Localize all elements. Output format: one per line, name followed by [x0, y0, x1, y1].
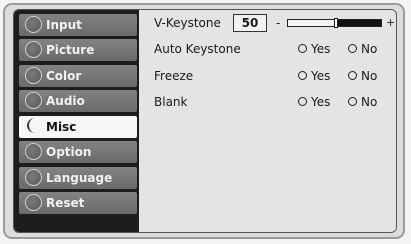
osd-menu-panel: Input Picture Color Audio Misc Option La…	[13, 9, 397, 233]
circle-icon	[25, 194, 42, 211]
bracket-icon	[27, 118, 43, 133]
radio-icon	[298, 71, 307, 80]
circle-icon	[25, 92, 42, 109]
menu-item-label: Audio	[46, 94, 85, 108]
menu-item-label: Option	[46, 145, 92, 159]
v-keystone-label: V-Keystone	[154, 16, 221, 30]
settings-content: V-Keystone 50 - + Auto Keystone Yes No F…	[140, 10, 396, 232]
slider-knob[interactable]	[334, 18, 338, 28]
freeze-no-option[interactable]: No	[348, 67, 377, 85]
circle-icon	[25, 143, 42, 160]
menu-item-label: Language	[46, 171, 113, 185]
menu-item-label: Input	[46, 18, 82, 32]
freeze-yes-option[interactable]: Yes	[298, 67, 330, 85]
auto-keystone-yes-option[interactable]: Yes	[298, 40, 330, 58]
menu-item-language[interactable]: Language	[19, 167, 137, 189]
radio-icon	[348, 97, 357, 106]
menu-item-picture[interactable]: Picture	[19, 39, 137, 61]
v-keystone-minus[interactable]: -	[276, 14, 280, 32]
sidebar: Input Picture Color Audio Misc Option La…	[14, 10, 139, 232]
menu-item-input[interactable]: Input	[19, 14, 137, 36]
menu-item-audio[interactable]: Audio	[19, 90, 137, 112]
slider-fill	[338, 20, 381, 26]
menu-item-label: Color	[46, 69, 82, 83]
option-label: Yes	[311, 95, 331, 109]
menu-item-misc[interactable]: Misc	[19, 116, 137, 138]
option-label: No	[361, 42, 378, 56]
circle-icon	[25, 41, 42, 58]
auto-keystone-label: Auto Keystone	[154, 42, 241, 56]
auto-keystone-no-option[interactable]: No	[348, 40, 377, 58]
option-label: Yes	[311, 42, 331, 56]
radio-icon	[348, 44, 357, 53]
menu-item-label: Misc	[46, 120, 77, 134]
menu-item-option[interactable]: Option	[19, 141, 137, 163]
menu-item-reset[interactable]: Reset	[19, 192, 137, 214]
v-keystone-slider[interactable]	[287, 18, 382, 28]
radio-icon	[348, 71, 357, 80]
v-keystone-value: 50	[233, 14, 267, 32]
circle-icon	[25, 16, 42, 33]
freeze-label: Freeze	[154, 69, 194, 83]
menu-item-label: Picture	[46, 43, 95, 57]
menu-item-color[interactable]: Color	[19, 65, 137, 87]
menu-item-label: Reset	[46, 196, 85, 210]
blank-yes-option[interactable]: Yes	[298, 93, 330, 111]
radio-icon	[298, 44, 307, 53]
option-label: No	[361, 95, 378, 109]
radio-icon	[298, 97, 307, 106]
option-label: No	[361, 69, 378, 83]
option-label: Yes	[311, 69, 331, 83]
v-keystone-plus[interactable]: +	[386, 14, 395, 32]
blank-no-option[interactable]: No	[348, 93, 377, 111]
circle-icon	[25, 67, 42, 84]
circle-icon	[25, 169, 42, 186]
blank-label: Blank	[154, 95, 188, 109]
